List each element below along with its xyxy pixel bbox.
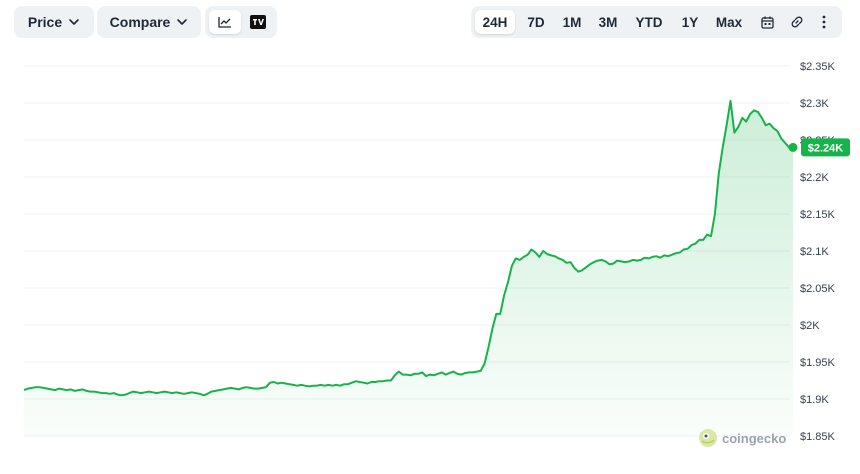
y-tick-label: $1.9K	[800, 394, 829, 406]
y-tick-label: $2.05K	[800, 283, 836, 295]
line-chart-button[interactable]	[209, 10, 241, 34]
y-tick-label: $1.85K	[800, 431, 836, 443]
range-1m[interactable]: 1M	[557, 10, 587, 34]
y-tick-label: $1.95K	[800, 357, 836, 369]
price-dropdown[interactable]: Price	[14, 6, 94, 38]
chevron-down-icon	[177, 19, 188, 25]
link-icon	[791, 16, 803, 28]
line-chart-icon	[218, 17, 231, 28]
current-price-label: $2.24K	[808, 142, 844, 154]
y-tick-label: $2.1K	[800, 246, 829, 258]
price-chart[interactable]: $1.85K $1.9K $1.95K $2K $2.05K $2.1K $2.15K $2.…	[0, 0, 860, 474]
calendar-button[interactable]	[755, 10, 779, 34]
more-vertical-icon	[822, 15, 826, 29]
price-area-fill	[24, 100, 793, 437]
more-options-button[interactable]	[813, 10, 835, 34]
range-3m[interactable]: 3M	[593, 10, 623, 34]
y-tick-label: $2K	[800, 320, 820, 332]
calendar-icon	[760, 16, 774, 29]
chevron-down-icon	[69, 19, 79, 25]
tradingview-button[interactable]	[243, 10, 273, 34]
y-axis: $1.85K $1.9K $1.95K $2K $2.05K $2.1K $2.15K $2.…	[800, 61, 836, 443]
coingecko-logo-icon	[699, 429, 717, 447]
range-max[interactable]: Max	[711, 10, 747, 34]
compare-label: Compare	[109, 14, 171, 30]
chart-type-toggle	[205, 6, 277, 38]
chart-toolbar: Price Compare 24H 7D 1M 3M YTD 1Y Max	[14, 6, 842, 40]
price-label: Price	[27, 14, 63, 30]
time-range-selector: 24H 7D 1M 3M YTD 1Y Max	[471, 6, 842, 38]
y-tick-label: $2.2K	[800, 172, 829, 184]
range-ytd[interactable]: YTD	[631, 10, 667, 34]
range-24h[interactable]: 24H	[475, 10, 515, 34]
watermark-text: coingecko	[722, 430, 787, 446]
current-price-dot	[788, 142, 798, 152]
compare-dropdown[interactable]: Compare	[97, 6, 201, 38]
y-tick-label: $2.35K	[800, 61, 836, 73]
share-link-button[interactable]	[785, 10, 809, 34]
coingecko-watermark: coingecko	[698, 428, 786, 448]
range-7d[interactable]: 7D	[521, 10, 551, 34]
y-tick-label: $2.15K	[800, 209, 836, 221]
y-tick-label: $2.3K	[800, 98, 829, 110]
range-1y[interactable]: 1Y	[675, 10, 705, 34]
tradingview-icon	[250, 15, 266, 29]
